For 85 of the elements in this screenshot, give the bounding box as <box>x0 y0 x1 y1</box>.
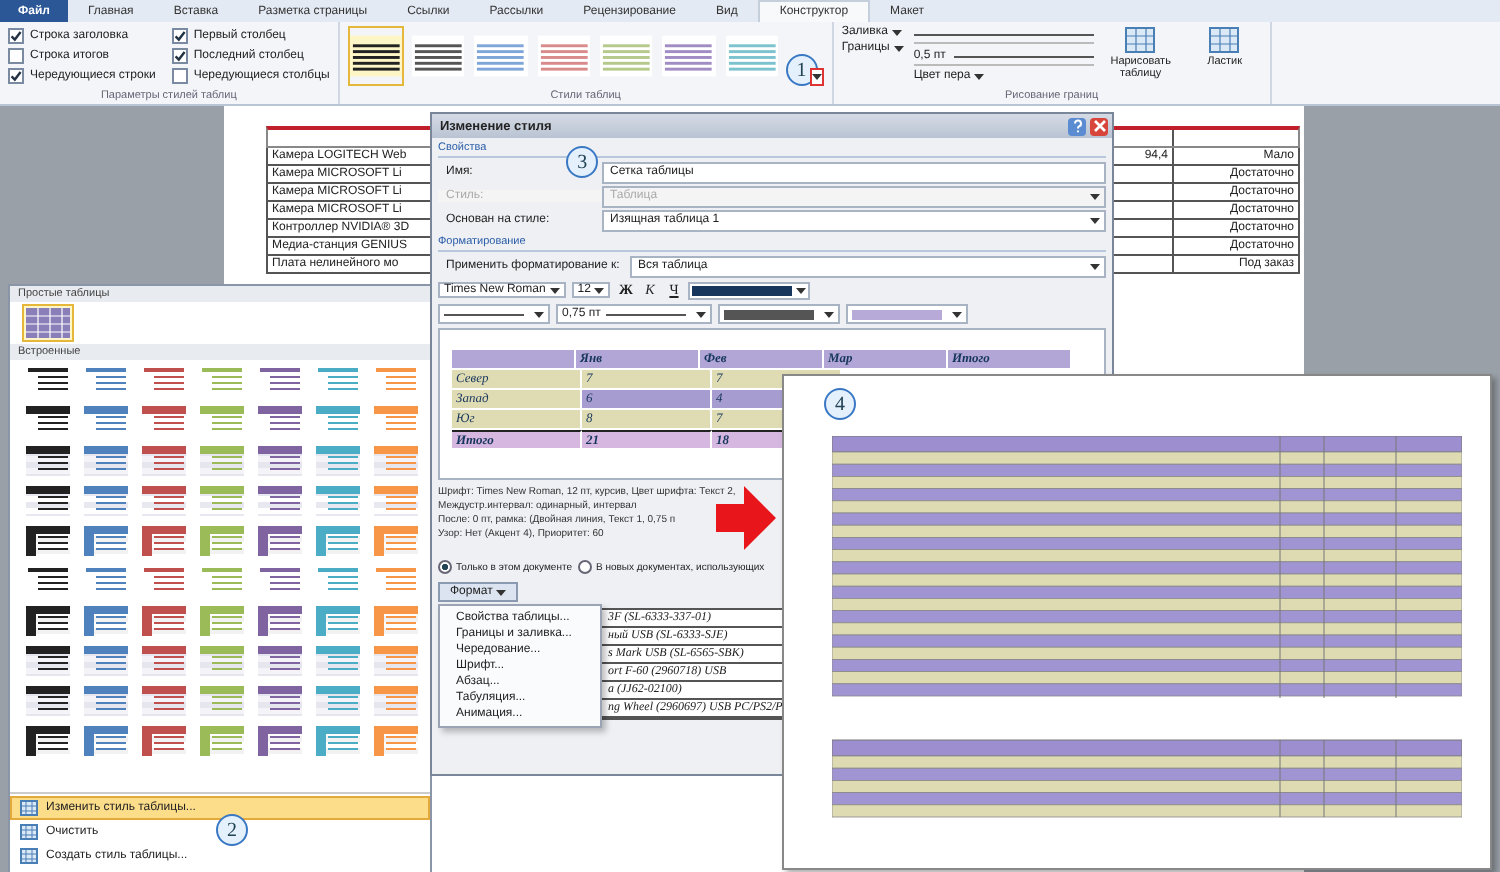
table-grid-icon <box>1208 26 1241 54</box>
table-style-thumbnail[interactable] <box>312 602 364 640</box>
table-style-thumbnail[interactable] <box>254 682 306 720</box>
caret-icon <box>824 309 835 319</box>
table-style-thumbnail[interactable] <box>312 722 364 760</box>
table-style-thumbnail[interactable] <box>138 602 190 640</box>
checkbox[interactable] <box>171 68 188 84</box>
caret-icon <box>1090 215 1100 225</box>
table-style-thumbnail[interactable] <box>370 642 422 680</box>
caret-icon <box>811 72 822 82</box>
table-style-thumbnail[interactable] <box>80 682 132 720</box>
table-style-thumbnail[interactable] <box>312 442 364 480</box>
table-style-thumbnail[interactable] <box>254 442 306 480</box>
close-icon <box>1091 118 1107 134</box>
border-color-dropdown[interactable] <box>718 304 841 324</box>
table-style-thumbnail[interactable] <box>22 682 74 720</box>
table-style-thumbnail[interactable] <box>196 722 248 760</box>
help-icon <box>1069 118 1085 134</box>
caret-icon <box>1090 191 1100 201</box>
caret-icon <box>696 309 707 319</box>
table-style-thumbnail[interactable] <box>370 682 422 720</box>
table-style-thumbnail[interactable] <box>312 682 364 720</box>
table-style-thumbnail[interactable] <box>196 522 248 560</box>
table-style-thumbnail[interactable] <box>196 642 248 680</box>
checkbox[interactable] <box>171 28 188 44</box>
checkbox[interactable] <box>8 28 24 44</box>
table-style-thumbnail[interactable] <box>254 722 306 760</box>
table-style-thumbnail[interactable] <box>196 602 248 640</box>
close-button[interactable] <box>1090 117 1108 135</box>
border-style-dropdown[interactable] <box>438 304 550 324</box>
table-style-thumbnail[interactable] <box>254 602 306 640</box>
step-badge: 3 <box>566 146 599 178</box>
table-grid-icon <box>20 824 38 840</box>
font-color-dropdown[interactable] <box>688 281 811 299</box>
table-style-thumbnail[interactable] <box>347 26 405 86</box>
table-style-thumbnail[interactable] <box>196 442 248 480</box>
table-grid-icon <box>1124 26 1157 54</box>
table-style-thumbnail[interactable] <box>22 642 74 680</box>
table-style-thumbnail[interactable] <box>80 602 132 640</box>
table-style-thumbnail[interactable] <box>22 722 74 760</box>
table-style-thumbnail[interactable] <box>22 442 74 480</box>
table-style-thumbnail[interactable] <box>22 522 74 560</box>
table-style-thumbnail[interactable] <box>196 482 248 520</box>
table-style-thumbnail[interactable] <box>312 642 364 680</box>
table-style-thumbnail[interactable] <box>80 522 132 560</box>
table-style-thumbnail[interactable] <box>138 642 190 680</box>
checkbox[interactable] <box>8 68 24 84</box>
table-style-thumbnail[interactable] <box>22 482 74 520</box>
table-style-thumbnail[interactable] <box>80 482 132 520</box>
table-style-thumbnail[interactable] <box>80 442 132 480</box>
table-style-thumbnail[interactable] <box>370 482 422 520</box>
table-grid-icon <box>20 800 38 816</box>
table-style-thumbnail[interactable] <box>22 602 74 640</box>
table-style-thumbnail[interactable] <box>370 442 422 480</box>
table-style-thumbnail[interactable] <box>138 682 190 720</box>
table-style-thumbnail[interactable] <box>80 642 132 680</box>
table-style-thumbnail[interactable] <box>138 442 190 480</box>
table-style-thumbnail[interactable] <box>254 522 306 560</box>
table-style-thumbnail[interactable] <box>254 482 306 520</box>
caret-icon <box>952 309 963 319</box>
caret-icon <box>1090 261 1100 271</box>
table-grid-icon <box>20 848 38 864</box>
checkbox[interactable] <box>171 48 188 64</box>
caret-icon <box>496 587 507 597</box>
table-style-thumbnail[interactable] <box>196 682 248 720</box>
caret-icon <box>974 71 985 81</box>
table-style-thumbnail[interactable] <box>312 522 364 560</box>
table-style-thumbnail[interactable] <box>138 482 190 520</box>
help-button[interactable] <box>1068 117 1086 135</box>
caret-icon <box>534 309 544 319</box>
caret-icon <box>796 285 807 295</box>
caret-icon <box>549 285 560 295</box>
table-style-thumbnail[interactable] <box>370 722 422 760</box>
table-style-thumbnail[interactable] <box>138 522 190 560</box>
table-style-thumbnail[interactable] <box>138 722 190 760</box>
table-style-thumbnail[interactable] <box>370 522 422 560</box>
table-style-thumbnail[interactable] <box>312 482 364 520</box>
table-style-thumbnail[interactable] <box>370 602 422 640</box>
table-style-thumbnail[interactable] <box>254 642 306 680</box>
checkbox[interactable] <box>8 48 24 64</box>
step-badge: 4 <box>824 388 856 420</box>
caret-icon <box>594 285 605 295</box>
table-style-thumbnail[interactable] <box>22 304 74 342</box>
step-badge: 2 <box>216 814 248 846</box>
table-style-thumbnail[interactable] <box>80 722 132 760</box>
